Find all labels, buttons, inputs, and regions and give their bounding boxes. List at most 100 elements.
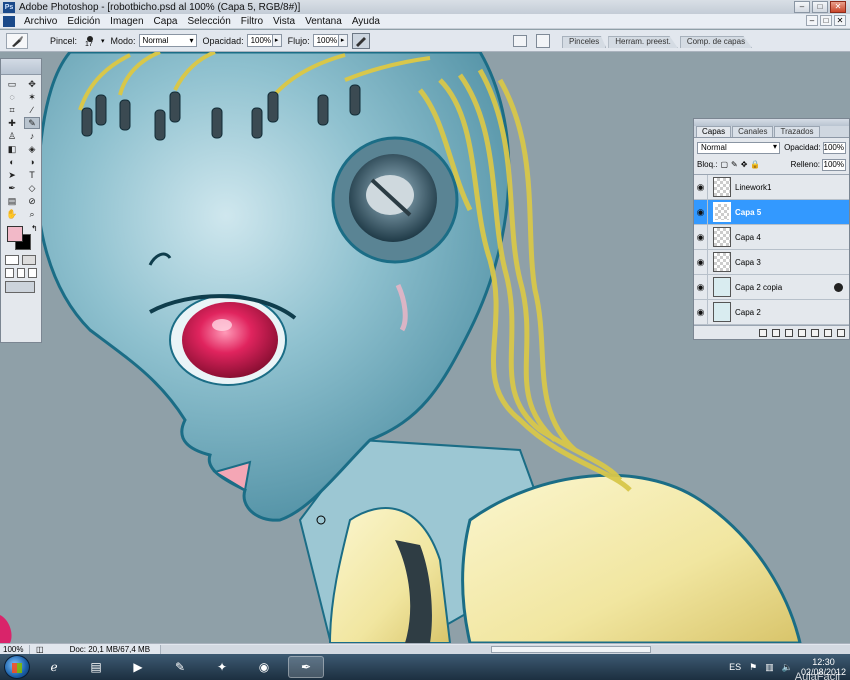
layer-row-capa-4[interactable]: ◉ Capa 4	[694, 224, 849, 250]
flag-icon[interactable]: ⚑	[749, 662, 757, 673]
menu-edicion[interactable]: Edición	[62, 16, 105, 27]
brush-tool-icon[interactable]: ✎	[24, 117, 40, 129]
magic-wand-tool-icon[interactable]: ✶	[24, 91, 40, 103]
eyedropper-tool-icon[interactable]: ⊘	[24, 195, 40, 207]
tab-capas[interactable]: Capas	[696, 126, 732, 137]
clone-stamp-tool-icon[interactable]: ♙	[4, 130, 20, 142]
doc-restore-button[interactable]: □	[820, 15, 832, 26]
healing-brush-tool-icon[interactable]: ✚	[4, 117, 20, 129]
toolbox-header-icon[interactable]	[1, 59, 41, 75]
trash-icon[interactable]	[837, 328, 845, 337]
airbrush-toggle[interactable]	[351, 32, 370, 49]
eye-icon[interactable]: ◉	[694, 299, 708, 325]
layer-row-capa-2[interactable]: ◉ Capa 2	[694, 299, 849, 325]
maximize-button[interactable]: □	[812, 1, 828, 13]
scrollbar-thumb[interactable]	[491, 646, 651, 653]
doc-close-button[interactable]: ✕	[834, 15, 846, 26]
minimize-button[interactable]: –	[794, 1, 810, 13]
hand-tool-icon[interactable]: ✋	[4, 208, 20, 220]
path-selection-tool-icon[interactable]: ➤	[4, 169, 20, 181]
opacity-field[interactable]: 100%	[246, 34, 273, 47]
eye-icon[interactable]: ◉	[694, 199, 708, 225]
foreground-color[interactable]	[7, 226, 23, 242]
eye-icon[interactable]: ◉	[694, 274, 708, 300]
paint-bucket-tool-icon[interactable]: ◈	[24, 143, 40, 155]
chevron-down-icon[interactable]: ▾	[101, 37, 105, 45]
eye-icon[interactable]: ◉	[694, 249, 708, 275]
menu-vista[interactable]: Vista	[268, 16, 300, 27]
type-tool-icon[interactable]: T	[24, 169, 40, 181]
layer-row-linework1[interactable]: ◉ Linework1	[694, 174, 849, 200]
network-app-icon[interactable]: ✦	[204, 656, 240, 678]
link-layers-icon[interactable]	[759, 328, 767, 337]
layer-row-capa-2-copia[interactable]: ◉ Capa 2 copia	[694, 274, 849, 300]
menu-ayuda[interactable]: Ayuda	[347, 16, 385, 27]
shape-tool-icon[interactable]: ◇	[24, 182, 40, 194]
move-tool-icon[interactable]: ✥	[24, 78, 40, 90]
screen-mode-standard-button[interactable]	[5, 268, 14, 278]
crop-tool-icon[interactable]: ⌗	[4, 104, 20, 116]
layer-row-capa-5[interactable]: ◉ Capa 5	[694, 199, 849, 225]
tool-preset-picker[interactable]	[6, 32, 28, 49]
new-layer-icon[interactable]	[824, 328, 832, 337]
dodge-tool-icon[interactable]: ◑	[24, 156, 40, 168]
menu-capa[interactable]: Capa	[149, 16, 183, 27]
tab-pinceles[interactable]: Pinceles	[562, 36, 607, 48]
blur-tool-icon[interactable]: ◐	[4, 156, 20, 168]
notes-tool-icon[interactable]: ▤	[4, 195, 20, 207]
blend-mode-select[interactable]: Normal	[697, 141, 781, 154]
paint-icon[interactable]: ✎	[162, 656, 198, 678]
menu-imagen[interactable]: Imagen	[105, 16, 148, 27]
flow-slider-arrow-icon[interactable]: ▸	[338, 34, 348, 47]
menu-seleccion[interactable]: Selección	[182, 16, 235, 27]
file-browser-button[interactable]	[536, 34, 550, 48]
eraser-tool-icon[interactable]: ◧	[4, 143, 20, 155]
standard-mode-button[interactable]	[5, 255, 19, 265]
marquee-tool-icon[interactable]: ▭	[4, 78, 20, 90]
chrome-icon[interactable]: ◉	[246, 656, 282, 678]
horizontal-scrollbar[interactable]	[160, 645, 850, 654]
adjustment-layer-icon[interactable]	[798, 328, 806, 337]
layer-effects-icon[interactable]	[834, 282, 843, 292]
tab-trazados[interactable]: Trazados	[774, 126, 820, 137]
tab-herram-preest[interactable]: Herram. preest.	[608, 36, 678, 48]
swap-colors-icon[interactable]: ↰	[31, 224, 38, 233]
start-button[interactable]	[4, 655, 30, 679]
volume-icon[interactable]: 🔈	[782, 662, 793, 673]
new-group-icon[interactable]	[811, 328, 819, 337]
pen-tool-icon[interactable]: ✒	[4, 182, 20, 194]
doc-size[interactable]: Doc: 20,1 MB/67,4 MB	[70, 645, 150, 654]
panel-titlebar[interactable]	[694, 119, 849, 126]
add-mask-icon[interactable]	[785, 328, 793, 337]
mode-select[interactable]: Normal ▾	[138, 34, 197, 47]
history-brush-tool-icon[interactable]: ♪	[24, 130, 40, 142]
menu-archivo[interactable]: Archivo	[19, 16, 62, 27]
opacity-slider-arrow-icon[interactable]: ▸	[272, 34, 282, 47]
jump-to-imageready-button[interactable]	[5, 281, 35, 293]
layer-row-capa-3[interactable]: ◉ Capa 3	[694, 249, 849, 275]
screen-mode-full-menu-button[interactable]	[16, 268, 26, 278]
language-indicator[interactable]: ES	[729, 662, 741, 672]
eye-icon[interactable]: ◉	[694, 224, 708, 250]
lock-icons[interactable]: ▢✎✥🔒	[720, 160, 763, 169]
menu-ventana[interactable]: Ventana	[300, 16, 347, 27]
menu-filtro[interactable]: Filtro	[236, 16, 268, 27]
internet-explorer-icon[interactable]: ℯ	[36, 656, 72, 678]
close-button[interactable]: ✕	[830, 1, 846, 13]
zoom-tool-icon[interactable]: ⌕	[24, 208, 40, 220]
lasso-tool-icon[interactable]: ◌	[4, 91, 20, 103]
screen-mode-full-button[interactable]	[28, 268, 38, 278]
add-style-icon[interactable]	[772, 328, 780, 337]
photoshop-menu-icon[interactable]	[3, 15, 15, 27]
flow-field[interactable]: 100%	[312, 34, 339, 47]
eye-icon[interactable]: ◉	[694, 174, 708, 200]
layer-opacity-field[interactable]: 100%	[822, 141, 846, 154]
folder-icon[interactable]: ▤	[78, 656, 114, 678]
photoshop-task-icon[interactable]: ✒	[288, 656, 324, 678]
doc-minimize-button[interactable]: –	[806, 15, 818, 26]
palette-toggle-button[interactable]	[513, 35, 527, 47]
fill-field[interactable]: 100%	[822, 158, 846, 171]
brush-picker[interactable]: 17	[82, 33, 98, 49]
tab-canales[interactable]: Canales	[732, 126, 774, 137]
tab-comp-de-capas[interactable]: Comp. de capas	[679, 36, 753, 48]
